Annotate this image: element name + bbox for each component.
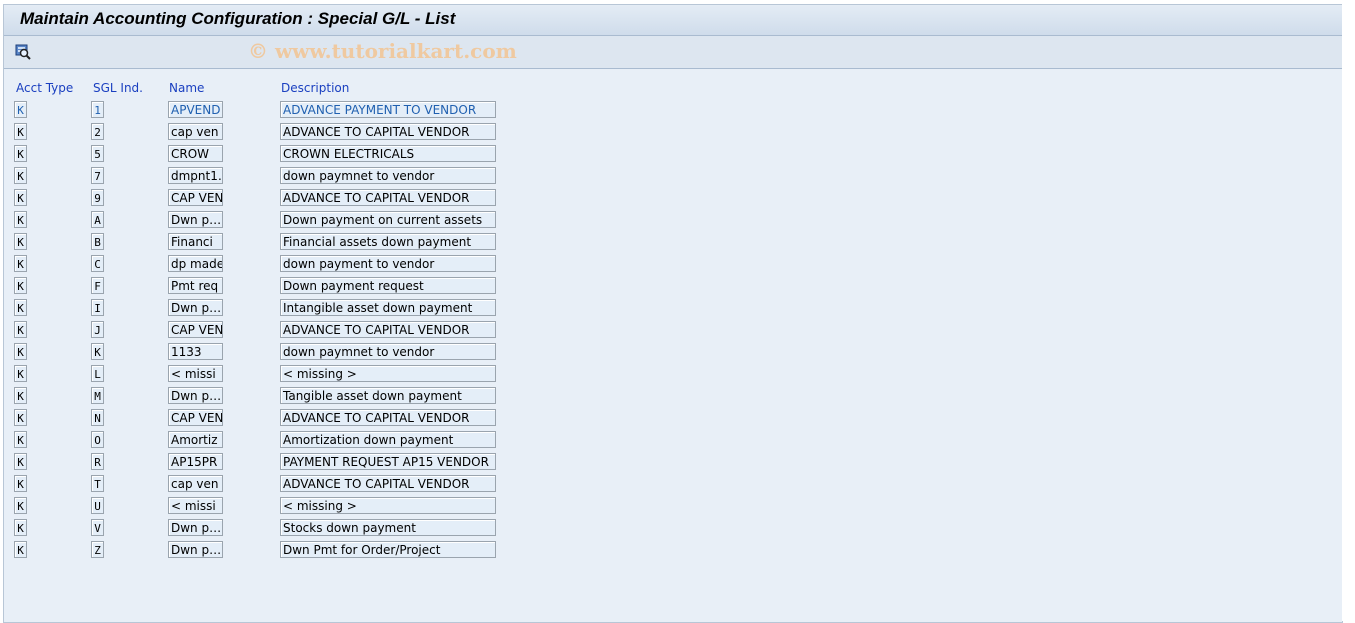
main-window: Maintain Accounting Configuration : Spec… — [3, 4, 1343, 623]
name-field[interactable]: < missi — [168, 365, 223, 382]
acct-type-field[interactable]: K — [14, 123, 27, 140]
description-field[interactable]: ADVANCE PAYMENT TO VENDOR — [280, 101, 496, 118]
name-field[interactable]: dp made — [168, 255, 223, 272]
name-field[interactable]: CROW — [168, 145, 223, 162]
sgl-ind-field[interactable]: 9 — [91, 189, 104, 206]
name-field[interactable]: CAP VEN — [168, 409, 223, 426]
acct-type-field[interactable]: K — [14, 167, 27, 184]
description-field[interactable]: PAYMENT REQUEST AP15 VENDOR — [280, 453, 496, 470]
magnifier-details-icon[interactable] — [15, 44, 31, 60]
acct-type-field[interactable]: K — [14, 233, 27, 250]
column-header-description: Description — [281, 81, 350, 95]
acct-type-field[interactable]: K — [14, 277, 27, 294]
description-field[interactable]: ADVANCE TO CAPITAL VENDOR — [280, 475, 496, 492]
name-field[interactable]: cap ven — [168, 123, 223, 140]
name-field[interactable]: Dwn p… — [168, 541, 223, 558]
name-field[interactable]: Pmt req — [168, 277, 223, 294]
acct-type-field[interactable]: K — [14, 475, 27, 492]
name-field[interactable]: 1133 — [168, 343, 223, 360]
sgl-ind-field[interactable]: 5 — [91, 145, 104, 162]
name-field[interactable]: Dwn p… — [168, 519, 223, 536]
sgl-ind-field[interactable]: C — [91, 255, 104, 272]
name-field[interactable]: AP15PR — [168, 453, 223, 470]
description-field[interactable]: < missing > — [280, 365, 496, 382]
column-header-acct-type: Acct Type — [16, 81, 74, 95]
description-field[interactable]: down paymnet to vendor — [280, 343, 496, 360]
name-field[interactable]: dmpnt1… — [168, 167, 223, 184]
acct-type-field[interactable]: K — [14, 189, 27, 206]
title-bar: Maintain Accounting Configuration : Spec… — [4, 5, 1342, 36]
sgl-ind-field[interactable]: L — [91, 365, 104, 382]
sgl-ind-field[interactable]: U — [91, 497, 104, 514]
description-field[interactable]: ADVANCE TO CAPITAL VENDOR — [280, 123, 496, 140]
acct-type-field[interactable]: K — [14, 255, 27, 272]
acct-type-field[interactable]: K — [14, 519, 27, 536]
sgl-ind-field[interactable]: O — [91, 431, 104, 448]
right-edge — [1342, 4, 1355, 621]
name-field[interactable]: Financi — [168, 233, 223, 250]
sgl-ind-field[interactable]: 1 — [91, 101, 104, 118]
sgl-ind-field[interactable]: R — [91, 453, 104, 470]
sgl-ind-field[interactable]: T — [91, 475, 104, 492]
description-field[interactable]: Financial assets down payment — [280, 233, 496, 250]
acct-type-field[interactable]: K — [14, 299, 27, 316]
sgl-ind-field[interactable]: B — [91, 233, 104, 250]
description-field[interactable]: Tangible asset down payment — [280, 387, 496, 404]
name-field[interactable]: CAP VEN — [168, 321, 223, 338]
acct-type-field[interactable]: K — [14, 211, 27, 228]
description-field[interactable]: Dwn Pmt for Order/Project — [280, 541, 496, 558]
sgl-ind-field[interactable]: Z — [91, 541, 104, 558]
acct-type-field[interactable]: K — [14, 541, 27, 558]
name-field[interactable]: Dwn p… — [168, 387, 223, 404]
sgl-ind-field[interactable]: J — [91, 321, 104, 338]
description-field[interactable]: ADVANCE TO CAPITAL VENDOR — [280, 189, 496, 206]
column-header-sgl-ind: SGL Ind. — [93, 81, 143, 95]
description-field[interactable]: ADVANCE TO CAPITAL VENDOR — [280, 409, 496, 426]
sgl-ind-field[interactable]: 2 — [91, 123, 104, 140]
description-field[interactable]: CROWN ELECTRICALS — [280, 145, 496, 162]
description-field[interactable]: Down payment request — [280, 277, 496, 294]
acct-type-field[interactable]: K — [14, 321, 27, 338]
sgl-ind-field[interactable]: A — [91, 211, 104, 228]
sgl-ind-field[interactable]: F — [91, 277, 104, 294]
description-field[interactable]: < missing > — [280, 497, 496, 514]
sgl-ind-field[interactable]: K — [91, 343, 104, 360]
description-field[interactable]: Amortization down payment — [280, 431, 496, 448]
description-field[interactable]: Down payment on current assets — [280, 211, 496, 228]
acct-type-field[interactable]: K — [14, 431, 27, 448]
acct-type-field[interactable]: K — [14, 453, 27, 470]
acct-type-field[interactable]: K — [14, 365, 27, 382]
column-header-name: Name — [169, 81, 205, 95]
name-field[interactable]: < missi — [168, 497, 223, 514]
page-title: Maintain Accounting Configuration : Spec… — [20, 9, 456, 28]
name-field[interactable]: Amortiz — [168, 431, 223, 448]
acct-type-field[interactable]: K — [14, 409, 27, 426]
name-field[interactable]: cap ven — [168, 475, 223, 492]
description-field[interactable]: down paymnet to vendor — [280, 167, 496, 184]
sgl-ind-field[interactable]: I — [91, 299, 104, 316]
name-field[interactable]: Dwn p… — [168, 211, 223, 228]
sgl-ind-field[interactable]: V — [91, 519, 104, 536]
name-field[interactable]: APVEND — [168, 101, 223, 118]
description-field[interactable]: ADVANCE TO CAPITAL VENDOR — [280, 321, 496, 338]
acct-type-field[interactable]: K — [14, 145, 27, 162]
sgl-ind-field[interactable]: N — [91, 409, 104, 426]
description-field[interactable]: Intangible asset down payment — [280, 299, 496, 316]
name-field[interactable]: Dwn p… — [168, 299, 223, 316]
application-toolbar: © www.tutorialkart.com — [4, 36, 1342, 69]
description-field[interactable]: down payment to vendor — [280, 255, 496, 272]
name-field[interactable]: CAP VEN — [168, 189, 223, 206]
acct-type-field[interactable]: K — [14, 343, 27, 360]
acct-type-field[interactable]: K — [14, 101, 27, 118]
sgl-ind-field[interactable]: 7 — [91, 167, 104, 184]
acct-type-field[interactable]: K — [14, 387, 27, 404]
sgl-ind-field[interactable]: M — [91, 387, 104, 404]
description-field[interactable]: Stocks down payment — [280, 519, 496, 536]
watermark: © www.tutorialkart.com — [248, 39, 517, 63]
acct-type-field[interactable]: K — [14, 497, 27, 514]
